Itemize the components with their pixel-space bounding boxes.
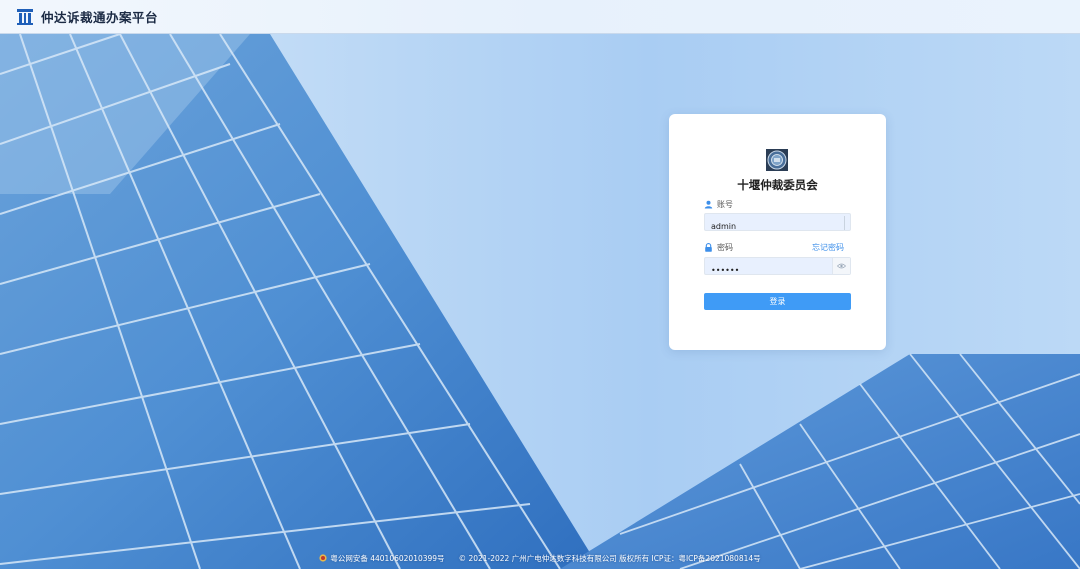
forgot-password-link[interactable]: 忘记密码 [812, 242, 844, 253]
app-title: 仲达诉裁通办案平台 [41, 10, 159, 25]
account-input-wrapper [704, 213, 851, 235]
login-button[interactable]: 登录 [704, 293, 851, 310]
arbitration-emblem-icon [766, 149, 788, 171]
lock-icon [704, 242, 713, 252]
password-label-text: 密码 [717, 242, 733, 252]
pillar-logo-icon [16, 8, 34, 26]
login-card: 十堰仲裁委员会 账号 密码 忘记密码 登 [669, 114, 886, 350]
footer: 粤公网安备 44010602010399号 © 2021-2022 广州广电仲达… [0, 551, 1080, 565]
user-icon [704, 200, 713, 209]
copyright-text: © 2021-2022 广州广电仲达数字科技有限公司 版权所有 ICP证：粤IC… [458, 553, 761, 563]
password-label: 密码 [704, 241, 733, 253]
organization-name: 十堰仲裁委员会 [737, 178, 818, 192]
account-label: 账号 [704, 198, 733, 210]
input-edge-divider [844, 216, 845, 230]
background-buildings-image [0, 34, 1080, 569]
account-label-text: 账号 [717, 199, 733, 209]
account-input[interactable] [705, 218, 850, 235]
eye-icon[interactable] [832, 258, 850, 274]
police-record-link[interactable]: 粤公网安备 44010602010399号 [330, 553, 444, 564]
password-input[interactable] [705, 262, 833, 279]
password-input-wrapper [704, 257, 851, 279]
top-header-bar: 仲达诉裁通办案平台 [0, 0, 1080, 34]
police-badge-icon [319, 554, 327, 562]
